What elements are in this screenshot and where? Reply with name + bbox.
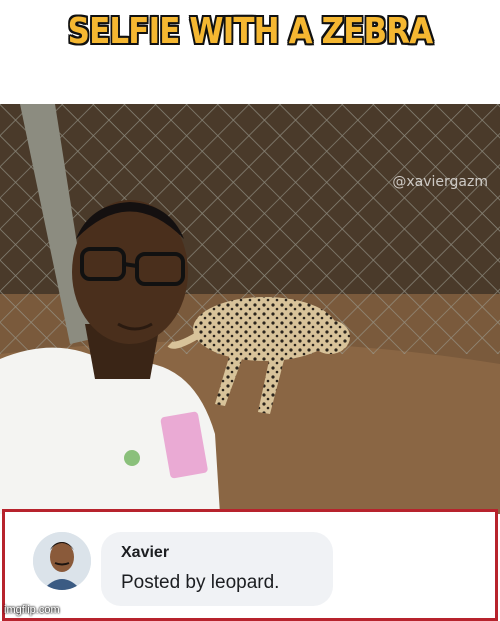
site-watermark: imgflip.com [4,604,60,616]
comment-panel: Xavier Posted by leopard. [2,509,498,621]
comment-text: Posted by leopard. [121,572,280,593]
selfie-photo: @xaviergazm [0,104,500,514]
photo-watermark: @xaviergazm [392,174,488,190]
avatar[interactable] [33,532,91,590]
meme-title-text: SELFIE WITH A ZEBRA [67,10,434,52]
comment-bubble: Xavier Posted by leopard. [101,532,333,606]
comment-author[interactable]: Xavier [121,544,169,562]
meme-title: SELFIE WITH A ZEBRA [0,0,500,62]
